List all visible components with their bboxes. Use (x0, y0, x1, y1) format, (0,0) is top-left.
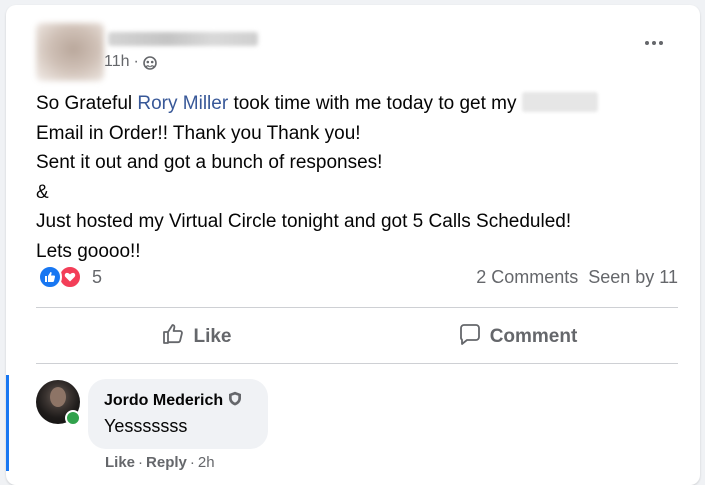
reaction-count: 5 (92, 266, 103, 287)
avatar-face (50, 387, 66, 407)
online-status-indicator (65, 410, 81, 426)
like-button[interactable]: Like (36, 315, 357, 359)
comment-like-button[interactable]: Like (105, 454, 135, 471)
commenter-name-link[interactable]: Jordo Mederich (104, 391, 252, 411)
more-options-button[interactable] (634, 29, 674, 57)
post-line: Lets goooo!! (36, 240, 141, 262)
comment-button-label: Comment (489, 326, 578, 347)
post-stats: 2 Comments Seen by 11 (476, 267, 678, 288)
comment-thread: Jordo Mederich Yesssssss Like · Reply · … (6, 370, 700, 480)
meta-separator: · (133, 53, 139, 70)
redacted-text (521, 92, 598, 112)
comment-bubble-icon (458, 322, 482, 352)
comment-meta: Like · Reply · 2h (105, 454, 215, 471)
comment-bubble: Jordo Mederich Yesssssss (88, 379, 268, 449)
comment-time[interactable]: 2h (198, 454, 215, 471)
dot-icon (659, 41, 663, 45)
seen-by-link[interactable]: Seen by 11 (588, 267, 678, 288)
comments-count-link[interactable]: 2 Comments (476, 267, 578, 288)
post-line: Email in Order!! Thank you Thank you! (36, 122, 361, 144)
meta-separator: · (138, 454, 144, 471)
comment-reply-button[interactable]: Reply (146, 454, 187, 471)
post-time[interactable]: 11h (104, 53, 130, 71)
thread-highlight-bar (6, 375, 9, 471)
friends-privacy-icon[interactable] (143, 56, 157, 70)
dot-icon (652, 41, 656, 45)
post-line: Just hosted my Virtual Circle tonight an… (36, 211, 572, 232)
post-actions: Like Comment (36, 309, 678, 365)
comment-button[interactable]: Comment (357, 315, 678, 359)
mention-link[interactable]: Rory Miller (137, 93, 228, 114)
reactions-summary[interactable]: 5 (38, 265, 102, 289)
comment-text: Yesssssss (104, 416, 188, 436)
meta-separator: · (189, 454, 195, 471)
post-line: & (36, 181, 49, 203)
author-avatar[interactable] (36, 23, 104, 81)
divider (36, 307, 678, 308)
post-body: So Grateful Rory Miller took time with m… (36, 89, 676, 266)
thumbs-up-icon (161, 322, 185, 352)
post-line: Sent it out and got a bunch of responses… (36, 152, 383, 173)
like-reaction-icon (38, 265, 62, 289)
post-meta: 11h · (104, 53, 157, 71)
like-button-label: Like (193, 326, 232, 347)
commenter-name: Jordo Mederich (104, 392, 224, 409)
post-card: 11h · So Grateful Rory Miller took time … (6, 5, 700, 485)
admin-shield-icon (228, 391, 242, 411)
post-text-segment: took time with me today to get my (228, 93, 522, 114)
post-text-segment: So Grateful (36, 93, 138, 114)
dot-icon (645, 41, 649, 45)
divider (36, 363, 678, 364)
author-name-redacted[interactable] (108, 32, 258, 46)
post-line: So Grateful Rory Miller took time with m… (36, 89, 676, 119)
